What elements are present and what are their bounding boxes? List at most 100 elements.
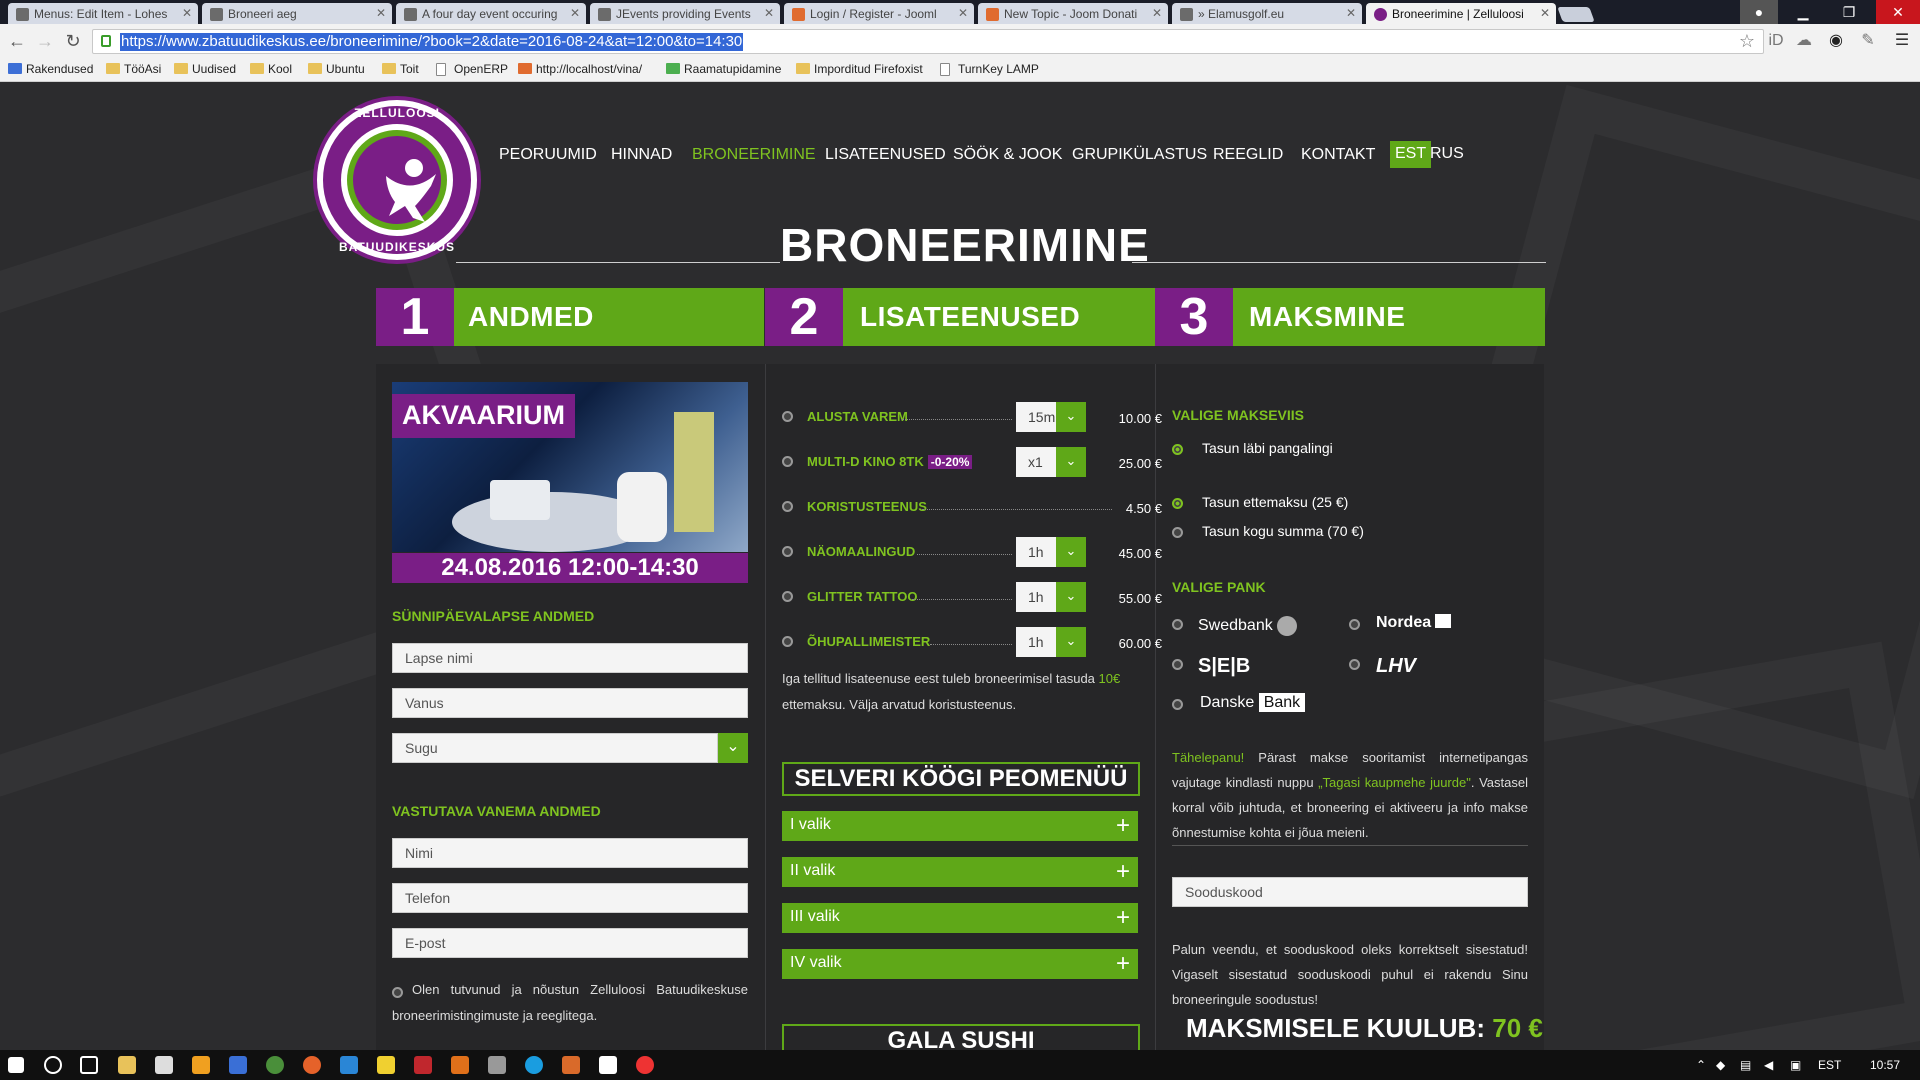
url-text[interactable]: https://www.zbatuudikeskus.ee/broneerimi…: [120, 33, 744, 51]
menu-option[interactable]: IV valik +: [782, 949, 1138, 979]
swedbank-logo[interactable]: Swedbank: [1198, 616, 1298, 636]
bookmark-folder[interactable]: Uudised: [174, 62, 236, 76]
edge-icon[interactable]: [340, 1056, 358, 1074]
notifications-icon[interactable]: ▣: [1790, 1058, 1801, 1072]
bank-radio[interactable]: [1349, 659, 1360, 670]
sublime-icon[interactable]: [451, 1056, 469, 1074]
close-tab-icon[interactable]: ✕: [376, 6, 386, 20]
browser-tab[interactable]: Menus: Edit Item - Lohes ✕: [8, 3, 198, 24]
lang-rus[interactable]: RUS: [1425, 141, 1469, 168]
clock[interactable]: 10:57: [1870, 1058, 1900, 1072]
input-language[interactable]: EST: [1818, 1058, 1841, 1072]
close-tab-icon[interactable]: ✕: [182, 6, 192, 20]
extra-radio[interactable]: [782, 636, 793, 647]
site-logo[interactable]: ZELLULOOSI BATUUDIKESKUS: [313, 96, 481, 264]
chevron-down-icon[interactable]: ⌄: [1056, 447, 1086, 477]
chevron-down-icon[interactable]: ⌄: [1056, 402, 1086, 432]
dropbox-icon[interactable]: ◆: [1716, 1058, 1725, 1072]
star-icon[interactable]: ☆: [1739, 31, 1755, 52]
search-icon[interactable]: [44, 1056, 62, 1074]
lhv-logo[interactable]: LHV: [1376, 655, 1416, 678]
reload-icon[interactable]: ↻: [62, 30, 84, 52]
new-tab-button[interactable]: [1557, 7, 1595, 22]
extension-circle-icon[interactable]: ◉: [1826, 31, 1846, 51]
browser-tab[interactable]: Broneeri aeg ✕: [202, 3, 392, 24]
close-tab-icon[interactable]: ✕: [1152, 6, 1162, 20]
network-icon[interactable]: ▤: [1740, 1058, 1751, 1072]
close-tab-icon[interactable]: ✕: [1540, 6, 1550, 20]
chevron-down-icon[interactable]: ⌄: [718, 733, 748, 763]
address-bar[interactable]: https://www.zbatuudikeskus.ee/broneerimi…: [92, 29, 1764, 54]
notes-icon[interactable]: [377, 1056, 395, 1074]
windows-start-icon[interactable]: [8, 1057, 24, 1073]
store-icon[interactable]: [155, 1056, 173, 1074]
menu-option[interactable]: II valik +: [782, 857, 1138, 887]
gender-select[interactable]: Sugu: [392, 733, 718, 763]
extra-radio[interactable]: [782, 591, 793, 602]
chevron-down-icon[interactable]: ⌄: [1056, 582, 1086, 612]
browser-tab[interactable]: New Topic - Joom Donati ✕: [978, 3, 1168, 24]
step-3[interactable]: 3 MAKSMINE: [1155, 288, 1545, 346]
extension-puzzle-icon[interactable]: ✎: [1858, 31, 1878, 51]
task-view-icon[interactable]: [80, 1056, 98, 1074]
browser-tab[interactable]: Login / Register - Jooml ✕: [784, 3, 974, 24]
menu-option[interactable]: III valik +: [782, 903, 1138, 933]
file-explorer-icon[interactable]: [118, 1056, 136, 1074]
close-window-button[interactable]: ✕: [1876, 0, 1920, 24]
plus-icon[interactable]: +: [1116, 949, 1130, 979]
nav-peoruumid[interactable]: PEORUUMID: [499, 146, 597, 164]
step-2[interactable]: 2 LISATEENUSED: [765, 288, 1155, 346]
bank-radio[interactable]: [1172, 619, 1183, 630]
nav-hinnad[interactable]: HINNAD: [611, 146, 672, 164]
filezilla-icon[interactable]: [414, 1056, 432, 1074]
bookmark[interactable]: Rakendused: [8, 62, 93, 76]
chrome-icon[interactable]: [266, 1056, 284, 1074]
extension-id-icon[interactable]: iD: [1766, 31, 1786, 51]
extra-radio[interactable]: [782, 546, 793, 557]
close-tab-icon[interactable]: ✕: [764, 6, 774, 20]
chevron-down-icon[interactable]: ⌄: [1056, 627, 1086, 657]
close-tab-icon[interactable]: ✕: [1346, 6, 1356, 20]
nav-grupikulastus[interactable]: GRUPIKÜLASTUS: [1072, 146, 1207, 164]
back-icon[interactable]: ←: [6, 30, 28, 52]
extra-radio[interactable]: [782, 501, 793, 512]
user-profile-icon[interactable]: ●: [1740, 0, 1778, 24]
payment-radio[interactable]: [1172, 527, 1183, 538]
nav-broneerimine[interactable]: BRONEERIMINE: [692, 146, 816, 164]
game-icon[interactable]: [488, 1056, 506, 1074]
browser-tab-active[interactable]: Broneerimine | Zelluloosi ✕: [1366, 3, 1556, 24]
parent-name-input[interactable]: Nimi: [392, 838, 748, 868]
browser-tab[interactable]: » Elamusgolf.eu ✕: [1172, 3, 1362, 24]
chrome-canary-icon[interactable]: [636, 1056, 654, 1074]
extra-radio[interactable]: [782, 456, 793, 467]
bank-radio[interactable]: [1349, 619, 1360, 630]
bookmark-folder[interactable]: Ubuntu: [308, 62, 365, 76]
document-icon[interactable]: [599, 1056, 617, 1074]
parent-phone-input[interactable]: Telefon: [392, 883, 748, 913]
bookmark[interactable]: TurnKey LAMP: [940, 62, 1039, 76]
minimize-button[interactable]: ▁: [1784, 0, 1822, 24]
plus-icon[interactable]: +: [1116, 903, 1130, 933]
nav-sook-jook[interactable]: SÖÖK & JOOK: [953, 146, 1062, 164]
restore-button[interactable]: ❐: [1830, 0, 1868, 24]
chevron-down-icon[interactable]: ⌄: [1056, 537, 1086, 567]
payment-radio[interactable]: [1172, 498, 1183, 509]
plus-icon[interactable]: +: [1116, 811, 1130, 841]
firefox-icon[interactable]: [303, 1056, 321, 1074]
bookmark-folder[interactable]: Toit: [382, 62, 419, 76]
nav-reeglid[interactable]: REEGLID: [1213, 146, 1283, 164]
bookmark[interactable]: OpenERP: [436, 62, 508, 76]
close-tab-icon[interactable]: ✕: [570, 6, 580, 20]
bookmark-folder[interactable]: Kool: [250, 62, 292, 76]
volume-icon[interactable]: ◀: [1764, 1058, 1773, 1072]
skype-icon[interactable]: [525, 1056, 543, 1074]
payment-radio[interactable]: [1172, 444, 1183, 455]
forward-icon[interactable]: →: [34, 30, 56, 52]
seb-logo[interactable]: S|E|B: [1198, 655, 1250, 678]
bank-radio[interactable]: [1172, 699, 1183, 710]
nav-kontakt[interactable]: KONTAKT: [1301, 146, 1375, 164]
app-icon[interactable]: [229, 1056, 247, 1074]
promo-code-input[interactable]: Sooduskood: [1172, 877, 1528, 907]
plus-icon[interactable]: +: [1116, 857, 1130, 887]
bank-radio[interactable]: [1172, 659, 1183, 670]
